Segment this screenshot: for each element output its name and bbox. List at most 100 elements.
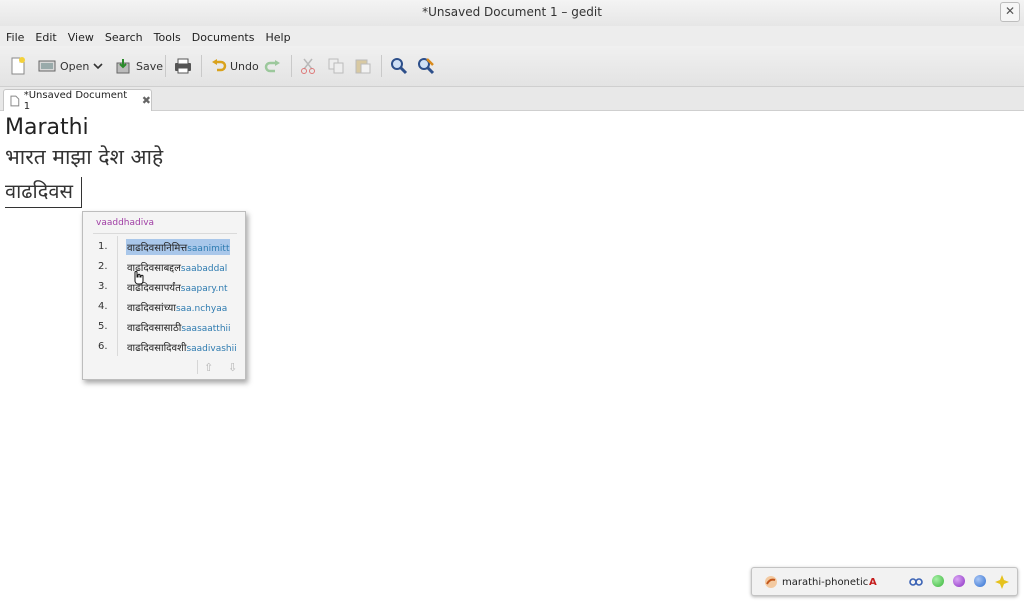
toolbar-separator xyxy=(291,55,292,77)
ime-logo-icon xyxy=(765,576,777,588)
mouse-pointer-icon xyxy=(134,271,144,285)
ime-candidate-popup: vaaddhadiva 1. वाढदिवसानिमित्तsaanimitt … xyxy=(82,211,246,380)
document-line-2: भारत माझा देश आहे xyxy=(5,145,164,169)
candidate-devanagari: वाढदिवसासाठी xyxy=(127,323,182,334)
moon-icon xyxy=(891,577,896,587)
candidate-text: वाढदिवसादिवशीsaadivashii xyxy=(126,339,238,355)
print-icon xyxy=(175,58,191,74)
tab-label: *Unsaved Document 1 xyxy=(23,89,128,112)
toolbar: Open Save Undo xyxy=(0,46,1024,87)
candidate-number: 1. xyxy=(98,241,108,252)
menu-edit[interactable]: Edit xyxy=(29,28,61,44)
find-replace-button[interactable] xyxy=(417,56,435,76)
find-button[interactable] xyxy=(390,56,408,76)
popup-footer-divider xyxy=(197,360,198,374)
candidate-devanagari: वाढदिवसांच्या xyxy=(127,303,176,314)
cut-icon xyxy=(301,58,315,74)
candidate-latin: saadivashii xyxy=(186,344,237,354)
blue-status-icon[interactable] xyxy=(974,575,986,587)
candidate-item-6[interactable]: 6. वाढदिवसादिवशीsaadivashii xyxy=(83,338,245,356)
candidate-number: 4. xyxy=(98,301,108,312)
candidate-number: 5. xyxy=(98,321,108,332)
width-mode-icon[interactable] xyxy=(909,574,923,590)
save-button[interactable]: Save xyxy=(115,56,163,76)
toolbar-separator xyxy=(165,55,166,77)
copy-button[interactable] xyxy=(328,56,344,76)
ime-engine-name: marathi-phonetic xyxy=(782,576,869,588)
search-icon xyxy=(391,58,408,75)
menu-file[interactable]: File xyxy=(0,28,29,44)
copy-icon xyxy=(328,58,344,74)
popup-divider xyxy=(93,233,237,234)
tab-unsaved-document-1[interactable]: *Unsaved Document 1 ✖ xyxy=(3,89,152,112)
candidate-text: वाढदिवसासाठीsaasaatthii xyxy=(126,319,232,335)
candidate-item-4[interactable]: 4. वाढदिवसांच्याsaa.nchyaa xyxy=(83,298,245,316)
input-mode-icon[interactable]: A xyxy=(869,574,877,590)
candidate-item-1[interactable]: 1. वाढदिवसानिमित्तsaanimitt xyxy=(83,238,245,256)
candidate-number: 2. xyxy=(98,261,108,272)
candidate-item-2[interactable]: 2. वाढदिवसाबद्दलsaabaddal xyxy=(83,258,245,276)
preedit-underline xyxy=(5,207,82,208)
tab-strip: *Unsaved Document 1 ✖ xyxy=(0,87,1024,112)
candidate-item-3[interactable]: 3. वाढदिवसापर्यंतsaapary.nt xyxy=(83,278,245,296)
redo-button[interactable] xyxy=(263,56,281,76)
ime-status-bar: marathi-phonetic A xyxy=(751,567,1018,596)
undo-icon xyxy=(212,59,227,72)
title-bar: *Unsaved Document 1 – gedit ✕ xyxy=(0,0,1024,27)
candidate-latin: saasaatthii xyxy=(181,324,231,334)
candidate-text: वाढदिवसांच्याsaa.nchyaa xyxy=(126,299,228,315)
text-caret xyxy=(81,177,82,207)
undo-label: Undo xyxy=(230,59,259,73)
paste-icon xyxy=(355,59,371,74)
page-up-icon[interactable]: ⇧ xyxy=(204,361,213,374)
menu-view[interactable]: View xyxy=(62,28,99,44)
chain-icon xyxy=(909,578,923,586)
open-icon xyxy=(38,60,56,72)
menu-help[interactable]: Help xyxy=(259,28,295,44)
candidate-latin: saanimitt xyxy=(187,244,230,254)
purple-status-icon[interactable] xyxy=(953,575,965,587)
candidate-latin: saabaddal xyxy=(180,264,228,274)
menu-search[interactable]: Search xyxy=(99,28,148,44)
open-dropdown-button[interactable] xyxy=(93,56,103,76)
ime-engine-selector[interactable]: marathi-phonetic xyxy=(764,574,868,590)
chevron-down-icon xyxy=(93,63,103,70)
redo-icon xyxy=(264,60,280,73)
preedit-text: vaaddhadiva xyxy=(96,218,155,228)
candidate-item-5[interactable]: 5. वाढदिवसासाठीsaasaatthii xyxy=(83,318,245,336)
candidate-devanagari: वाढदिवसानिमित्त xyxy=(127,243,188,254)
new-document-icon xyxy=(11,57,25,75)
sparkle-icon xyxy=(995,575,1009,589)
green-status-icon[interactable] xyxy=(932,575,944,587)
punctuation-mode-icon[interactable] xyxy=(890,574,902,590)
candidate-number: 3. xyxy=(98,281,108,292)
window-title: *Unsaved Document 1 – gedit xyxy=(422,5,602,19)
open-label: Open xyxy=(60,59,90,73)
toolbar-separator xyxy=(201,55,202,77)
paste-button[interactable] xyxy=(355,56,371,76)
page-down-icon[interactable]: ⇩ xyxy=(228,361,237,374)
close-icon[interactable]: ✕ xyxy=(1000,2,1020,22)
save-label: Save xyxy=(136,59,164,73)
document-icon xyxy=(10,95,20,106)
menu-tools[interactable]: Tools xyxy=(148,28,186,44)
open-button[interactable]: Open xyxy=(38,56,89,76)
candidate-latin: saa.nchyaa xyxy=(175,304,228,314)
undo-button[interactable]: Undo xyxy=(211,56,259,76)
menu-bar: File Edit View Search Tools Documents Help xyxy=(0,26,1024,46)
save-icon xyxy=(116,59,130,74)
menu-documents[interactable]: Documents xyxy=(186,28,260,44)
candidate-text: वाढदिवसानिमित्तsaanimitt xyxy=(126,239,231,255)
close-tab-icon[interactable]: ✖ xyxy=(142,94,151,107)
candidate-latin: saapary.nt xyxy=(180,284,228,294)
candidate-devanagari: वाढदिवसादिवशी xyxy=(127,343,187,354)
print-button[interactable] xyxy=(174,56,192,76)
settings-sparkle-icon[interactable] xyxy=(995,574,1009,590)
new-document-button[interactable] xyxy=(10,56,26,76)
document-line-1: Marathi xyxy=(5,115,89,140)
candidate-number: 6. xyxy=(98,341,108,352)
cut-button[interactable] xyxy=(300,56,316,76)
find-replace-icon xyxy=(418,58,435,75)
toolbar-separator xyxy=(381,55,382,77)
document-line-3-preedit: वाढदिवस xyxy=(5,179,73,203)
